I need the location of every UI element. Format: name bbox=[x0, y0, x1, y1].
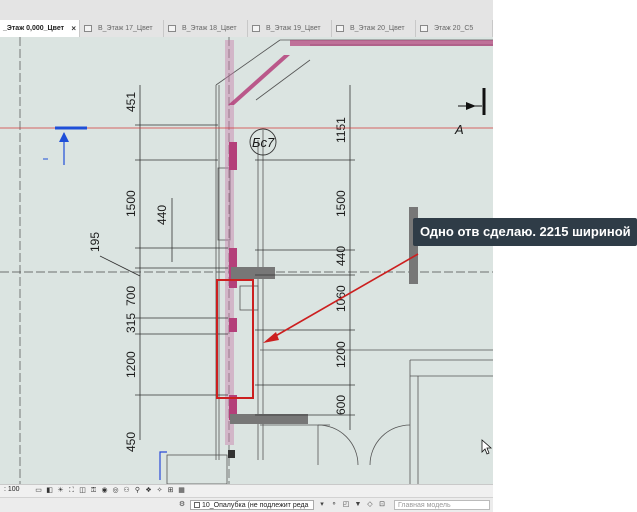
dimension-label: 440 bbox=[155, 205, 169, 225]
design-option-icon[interactable]: ◇ bbox=[366, 501, 374, 509]
dimension-label: 600 bbox=[334, 395, 348, 415]
dimension-label: 1200 bbox=[124, 351, 138, 378]
leader-line bbox=[99, 255, 141, 277]
worksharing-icon[interactable]: ⚇ bbox=[122, 487, 131, 495]
view-control-bar: : 100 ▭ ◧ ☀ ⛶ ◫ ⚿ ◉ ◎ ⚇ ⚲ ❖ ✧ ⊞ ▦ bbox=[0, 484, 493, 497]
door-swing bbox=[369, 424, 411, 466]
dimension-label: 1151 bbox=[334, 117, 348, 143]
worksets-icon[interactable]: ◰ bbox=[342, 501, 350, 509]
gray-element bbox=[231, 267, 275, 279]
tab-label: В_Этаж 20_Цвет bbox=[350, 25, 405, 32]
section-arrow-head bbox=[466, 102, 476, 110]
dimension-label: 440 bbox=[334, 246, 348, 266]
dimension-label: 1500 bbox=[334, 190, 348, 217]
mouse-cursor bbox=[481, 439, 493, 455]
crop-icon[interactable]: ⛶ bbox=[67, 487, 76, 495]
editable-only-icon[interactable]: ⚬ bbox=[330, 501, 338, 509]
floor-plan-drawing: 451 1500 440 195 700 315 1200 450 1151 1… bbox=[0, 37, 493, 484]
bottom-status-bar: ⚙ 10_Опалубка (не подлежит реда ▾ ⚬ ◰ ▼ … bbox=[0, 497, 493, 512]
gray-element bbox=[230, 414, 308, 424]
tab-label: _Этаж 0,000_Цвет bbox=[3, 25, 65, 32]
show-crop-icon[interactable]: ◫ bbox=[78, 487, 87, 495]
tab-floor-17[interactable]: В_Этаж 17_Цвет bbox=[80, 20, 164, 37]
design-options-icon[interactable]: ❖ bbox=[144, 487, 153, 495]
view-control-icons: ▭ ◧ ☀ ⛶ ◫ ⚿ ◉ ◎ ⚇ ⚲ ❖ ✧ ⊞ ▦ bbox=[34, 487, 186, 495]
tooltip-text: Одно отв сделаю. 2215 шириной bbox=[420, 224, 631, 239]
main-model-placeholder: Главная модель bbox=[398, 502, 451, 509]
tab-label: В_Этаж 17_Цвет bbox=[98, 25, 153, 32]
reveal-hidden-icon[interactable]: ◎ bbox=[111, 487, 120, 495]
room-outline bbox=[166, 454, 228, 484]
comment-tooltip: Одно отв сделаю. 2215 шириной bbox=[413, 218, 637, 246]
gray-element bbox=[228, 450, 235, 458]
markup-arrowhead bbox=[263, 332, 279, 343]
view-tab-bar: _Этаж 0,000_Цвет × В_Этаж 17_Цвет В_Этаж… bbox=[0, 0, 493, 37]
grid-bubble-label: Бс7 bbox=[252, 135, 275, 150]
magenta-wall-segment bbox=[229, 318, 237, 332]
floor-plan-icon bbox=[84, 25, 92, 32]
floor-plan-icon bbox=[420, 25, 428, 32]
tab-floor-19[interactable]: В_Этаж 19_Цвет bbox=[248, 20, 332, 37]
magenta-wall-segment bbox=[225, 40, 234, 445]
lock-3d-icon[interactable]: ⚿ bbox=[89, 487, 98, 495]
dimension-label: 700 bbox=[124, 286, 138, 306]
markup-box bbox=[216, 279, 254, 399]
floor-plan-icon bbox=[168, 25, 176, 32]
dimension-label: 450 bbox=[124, 432, 138, 452]
column-outline bbox=[239, 285, 259, 311]
select-links-icon[interactable]: ⊡ bbox=[378, 501, 386, 509]
workset-select-value: 10_Опалубка (не подлежит реда bbox=[202, 502, 309, 509]
display-style-icon[interactable]: ▭ bbox=[34, 487, 43, 495]
tab-floor-20[interactable]: В_Этаж 20_Цвет bbox=[332, 20, 416, 37]
dimension-label: 195 bbox=[88, 232, 102, 252]
main-model-field[interactable]: Главная модель bbox=[394, 500, 490, 510]
floor-plan-icon bbox=[336, 25, 344, 32]
constraints-icon[interactable]: ⊞ bbox=[166, 487, 175, 495]
door-swing bbox=[317, 424, 359, 466]
view-scale[interactable]: : 100 bbox=[4, 486, 20, 493]
workset-icon[interactable]: ⚙ bbox=[178, 501, 186, 509]
close-icon[interactable]: × bbox=[71, 20, 76, 37]
dimension-label: 315 bbox=[124, 313, 138, 333]
dropdown-arrow-icon[interactable]: ▾ bbox=[318, 501, 326, 509]
right-panel bbox=[493, 0, 637, 512]
tab-label: В_Этаж 19_Цвет bbox=[266, 25, 321, 32]
selection-outline bbox=[159, 451, 167, 480]
sun-path-icon[interactable]: ☀ bbox=[56, 487, 65, 495]
filter-icon[interactable]: ▼ bbox=[354, 501, 362, 509]
temporary-hide-icon[interactable]: ◉ bbox=[100, 487, 109, 495]
tab-floor-0[interactable]: _Этаж 0,000_Цвет × bbox=[0, 20, 80, 37]
highlight-icon[interactable]: ✧ bbox=[155, 487, 164, 495]
workset-select-icon bbox=[194, 502, 200, 508]
tab-floor-18[interactable]: В_Этаж 18_Цвет bbox=[164, 20, 248, 37]
floor-plan-icon bbox=[252, 25, 260, 32]
section-arrow-head bbox=[59, 132, 69, 142]
shadows-icon[interactable]: ◧ bbox=[45, 487, 54, 495]
tab-label: В_Этаж 18_Цвет bbox=[182, 25, 237, 32]
workset-select[interactable]: 10_Опалубка (не подлежит реда bbox=[190, 500, 314, 510]
wall-line bbox=[255, 59, 311, 101]
grid-icon[interactable]: ▦ bbox=[177, 487, 186, 495]
section-label: A bbox=[454, 122, 464, 137]
tab-floor-20-c5[interactable]: Этаж 20_С5 bbox=[416, 20, 493, 37]
magenta-wall-segment bbox=[229, 142, 237, 170]
dimension-label: 1500 bbox=[124, 190, 138, 217]
magenta-wall-segment bbox=[290, 40, 493, 46]
dimension-label: 1200 bbox=[334, 341, 348, 368]
dimension-label: 451 bbox=[124, 92, 138, 112]
tab-row: _Этаж 0,000_Цвет × В_Этаж 17_Цвет В_Этаж… bbox=[0, 20, 493, 37]
analysis-icon[interactable]: ⚲ bbox=[133, 487, 142, 495]
drawing-canvas[interactable]: 451 1500 440 195 700 315 1200 450 1151 1… bbox=[0, 37, 493, 484]
tab-label: Этаж 20_С5 bbox=[434, 25, 474, 32]
